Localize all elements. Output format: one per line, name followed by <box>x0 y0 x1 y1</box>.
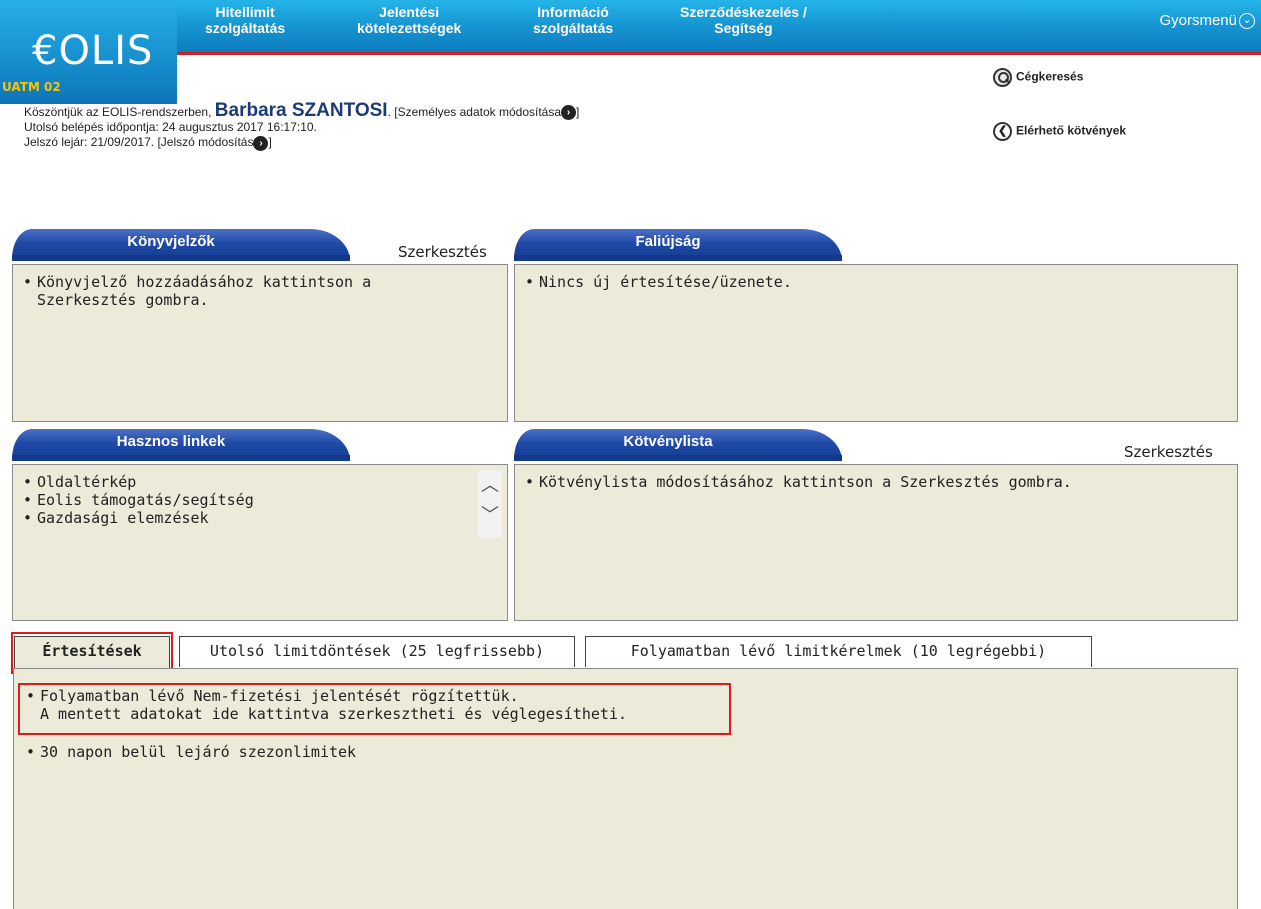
panel-title: Faliújság <box>635 233 701 250</box>
nav-label-line2: szolgáltatás <box>533 20 614 36</box>
eolis-logo: €OLIS <box>32 28 154 74</box>
panel-tab-bookmarks: Könyvjelzők <box>12 229 350 261</box>
quick-menu-label: Gyorsmenü <box>1159 12 1237 29</box>
available-policies-link[interactable]: Elérhető kötvények <box>993 122 1126 141</box>
available-policies-label: Elérhető kötvények <box>1016 123 1127 138</box>
nav-label-line1: Jelentési <box>379 4 440 20</box>
circle-arrow-right-icon: › <box>561 105 577 121</box>
wall-message: Nincs új értesítése/üzenete. <box>539 273 792 291</box>
company-search-link[interactable]: Cégkeresés <box>993 68 1083 87</box>
useful-link-economic-analyses[interactable]: • Gazdasági elemzések <box>23 509 497 527</box>
nav-label-line2: kötelezettségek <box>357 20 462 36</box>
scroll-up-icon[interactable]: ︿ <box>478 470 502 500</box>
change-password-link[interactable]: [Jelszó módosítás ›] <box>157 135 272 151</box>
list-item: • Nincs új értesítése/üzenete. <box>525 273 792 291</box>
nav-label-line1: Információ <box>537 4 609 20</box>
links-scrollbar[interactable]: ︿ ﹀ <box>478 470 502 538</box>
nav-label-line2: Segítség <box>714 20 773 36</box>
nav-reporting-obligations[interactable]: Jelentési kötelezettségek <box>357 4 461 36</box>
edit-personal-data-label: [Személyes adatok módosítása <box>394 105 562 119</box>
bookmark-hint-line2: Szerkesztés gombra. <box>37 291 209 309</box>
link-label: Oldaltérkép <box>37 473 137 491</box>
bookmark-hint-line1: Könyvjelző hozzáadásához kattintson a <box>37 273 372 291</box>
panel-tab-policy-list: Kötvénylista <box>514 429 842 461</box>
policy-list-panel: • Kötvénylista módosításához kattintson a… <box>514 464 1238 621</box>
bookmarks-edit-link[interactable]: Szerkesztés <box>398 243 487 261</box>
bracket-close: ] <box>268 135 272 150</box>
wall-panel: • Nincs új értesítése/üzenete. <box>514 264 1238 422</box>
change-password-label: [Jelszó módosítás <box>157 135 254 150</box>
chevron-down-icon: ⌄ <box>1239 13 1255 30</box>
panel-tab-useful-links: Hasznos linkek <box>12 429 350 461</box>
panel-title: Hasznos linkek <box>116 433 226 450</box>
edit-personal-data-link[interactable]: [Személyes adatok módosítása ›] <box>394 105 580 121</box>
environment-label: UATM 02 <box>2 80 61 94</box>
nav-label-line1: Szerződéskezelés / <box>680 4 807 20</box>
scroll-down-icon[interactable]: ﹀ <box>478 500 502 530</box>
tab-pending-limit-requests[interactable]: Folyamatban lévő limitkérelmek (10 legré… <box>585 636 1092 667</box>
top-navigation-bar <box>0 0 1261 55</box>
notification-line1: 30 napon belül lejáró szezonlimitek <box>40 743 357 761</box>
list-item: • Könyvjelző hozzáadásához kattintson a <box>23 273 372 291</box>
nav-information-service[interactable]: Információ szolgáltatás <box>533 4 613 36</box>
useful-link-sitemap[interactable]: • Oldaltérkép <box>23 473 497 491</box>
nav-label-line1: Hitellimit <box>215 4 275 20</box>
bracket-close: ] <box>576 105 580 119</box>
nav-label-line2: szolgáltatás <box>205 20 286 36</box>
company-search-label: Cégkeresés <box>1016 69 1084 84</box>
circle-arrow-left-icon <box>993 122 1012 141</box>
panel-tab-wall: Faliújság <box>514 229 842 261</box>
list-item: • Kötvénylista módosításához kattintson a… <box>525 473 1072 491</box>
link-label: Gazdasági elemzések <box>37 509 209 527</box>
logo-area: €OLIS UATM 02 <box>0 0 177 104</box>
list-item: Szerkesztés gombra. <box>23 291 497 309</box>
tab-latest-limit-decisions[interactable]: Utolsó limitdöntések (25 legfrissebb) <box>179 636 575 667</box>
nav-credit-limit-service[interactable]: Hitellimit szolgáltatás <box>205 4 285 36</box>
search-icon <box>993 68 1012 87</box>
panel-title: Könyvjelzők <box>127 233 215 250</box>
circle-arrow-right-icon: › <box>253 135 269 151</box>
policy-list-edit-link[interactable]: Szerkesztés <box>1124 443 1213 461</box>
bookmarks-panel: • Könyvjelző hozzáadásához kattintson a S… <box>12 264 508 422</box>
welcome-block: Köszöntjük az EOLIS-rendszerben, Barbara… <box>24 100 580 151</box>
link-label: Eolis támogatás/segítség <box>37 491 254 509</box>
highlight-frame <box>18 683 731 735</box>
panel-title: Kötvénylista <box>623 433 713 450</box>
nav-contract-management-help[interactable]: Szerződéskezelés / Segítség <box>680 4 807 36</box>
notification-item-seasonal-limits[interactable]: • 30 napon belül lejáró szezonlimitek <box>26 743 356 761</box>
useful-link-support[interactable]: • Eolis támogatás/segítség <box>23 491 497 509</box>
last-login-text: Utolsó belépés időpontja: 24 augusztus 2… <box>24 120 317 135</box>
password-expiry-text: Jelszó lejár: 21/09/2017. <box>24 135 155 150</box>
policy-list-hint: Kötvénylista módosításához kattintson a … <box>539 473 1072 491</box>
user-name: Barbara SZANTOSI <box>214 100 388 121</box>
welcome-prefix: Köszöntjük az EOLIS-rendszerben, <box>24 105 212 119</box>
useful-links-panel: • Oldaltérkép • Eolis támogatás/segítség •… <box>12 464 508 621</box>
quick-menu-button[interactable]: Gyorsmenü ⌄ <box>1159 12 1255 30</box>
